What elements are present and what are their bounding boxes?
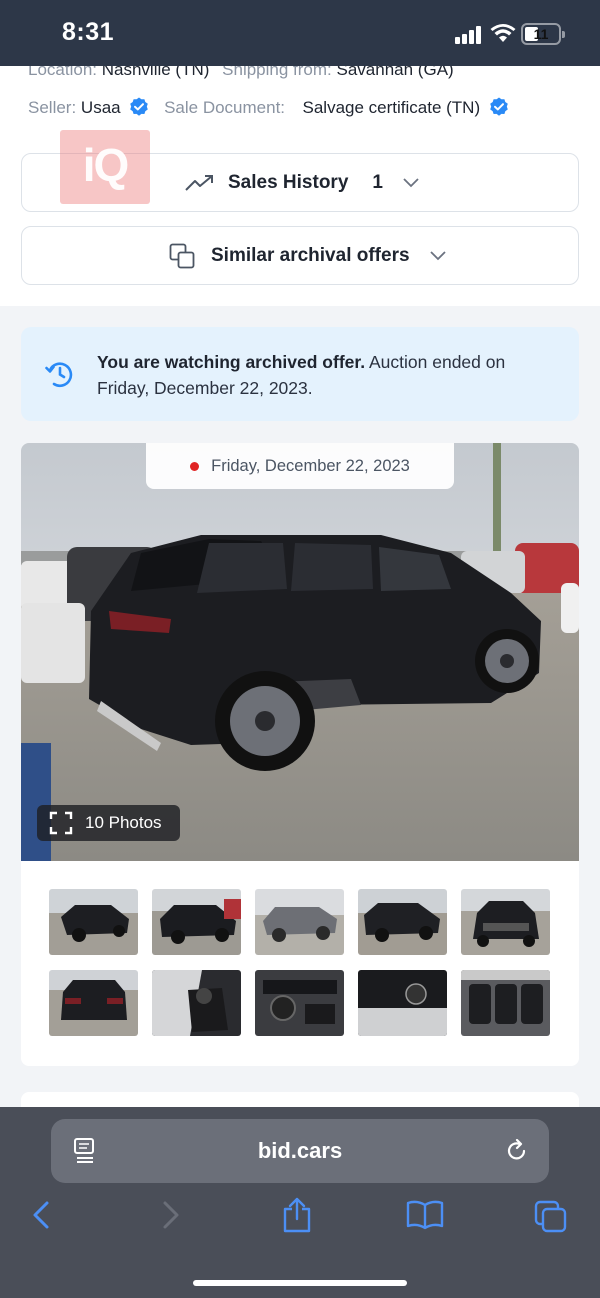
thumbnail[interactable] xyxy=(461,889,550,955)
thumbnail[interactable] xyxy=(358,889,447,955)
forward-icon[interactable] xyxy=(160,1200,182,1230)
address-bar[interactable]: bid.cars xyxy=(51,1119,549,1183)
verified-icon xyxy=(130,97,149,116)
similar-offers-accordion[interactable]: Similar archival offers xyxy=(21,226,579,285)
car-photo-image xyxy=(21,443,579,861)
fullscreen-icon xyxy=(49,811,73,835)
iq-logo: iQ xyxy=(60,130,150,204)
seller-label: Seller: xyxy=(28,98,77,117)
tabs-icon[interactable] xyxy=(534,1200,568,1234)
iq-logo-text: iQ xyxy=(82,139,130,191)
seller-line: Seller: Usaa Sale Document: Salvage cert… xyxy=(28,97,519,118)
thumbnail[interactable] xyxy=(49,970,138,1036)
status-bar: 8:31 11 xyxy=(0,0,600,66)
thumbnail[interactable] xyxy=(152,889,241,955)
thumbnail[interactable] xyxy=(461,970,550,1036)
thumbnail[interactable] xyxy=(152,970,241,1036)
verified-icon xyxy=(490,97,508,116)
sale-document-value: Salvage certificate (TN) xyxy=(302,98,481,117)
share-icon[interactable] xyxy=(282,1197,312,1233)
chevron-down-icon xyxy=(403,177,419,187)
archived-offer-notice: You are watching archived offer. Auction… xyxy=(21,327,579,421)
back-icon[interactable] xyxy=(30,1200,52,1230)
copy-icon xyxy=(169,243,195,268)
auction-date-pill: Friday, December 22, 2023 xyxy=(146,443,454,489)
url-text: bid.cars xyxy=(257,1138,343,1163)
notice-text: You are watching archived offer. Auction… xyxy=(97,349,537,401)
status-dot-icon xyxy=(190,461,200,471)
wifi-icon xyxy=(490,24,516,42)
bookmarks-icon[interactable] xyxy=(406,1200,444,1230)
trend-up-icon xyxy=(185,174,213,191)
photos-count-button[interactable]: 10 Photos xyxy=(37,805,180,841)
thumbnail[interactable] xyxy=(255,889,344,955)
sales-history-count: 1 xyxy=(372,171,383,193)
history-icon xyxy=(45,362,73,387)
thumbnail[interactable] xyxy=(255,970,344,1036)
similar-offers-label: Similar archival offers xyxy=(211,244,410,266)
sale-document-label: Sale Document: xyxy=(164,98,286,117)
photo-thumbnails xyxy=(21,861,579,1066)
battery-icon: 11 xyxy=(521,23,565,45)
auction-date: Friday, December 22, 2023 xyxy=(211,456,410,475)
browser-toolbar: bid.cars xyxy=(0,1107,600,1298)
photos-count-label: 10 Photos xyxy=(85,813,162,832)
battery-level: 11 xyxy=(533,26,549,42)
status-time: 8:31 xyxy=(62,18,115,46)
home-indicator[interactable] xyxy=(193,1280,407,1286)
seller-value: Usaa xyxy=(80,98,121,117)
sales-history-label: Sales History xyxy=(228,171,349,193)
cell-signal-icon xyxy=(455,24,485,44)
chevron-down-icon xyxy=(429,250,446,260)
thumbnail[interactable] xyxy=(358,970,447,1036)
reload-icon[interactable] xyxy=(505,1139,529,1163)
thumbnail[interactable] xyxy=(49,889,138,955)
main-car-photo[interactable] xyxy=(21,443,579,861)
notice-bold: You are watching archived offer. xyxy=(97,352,366,372)
